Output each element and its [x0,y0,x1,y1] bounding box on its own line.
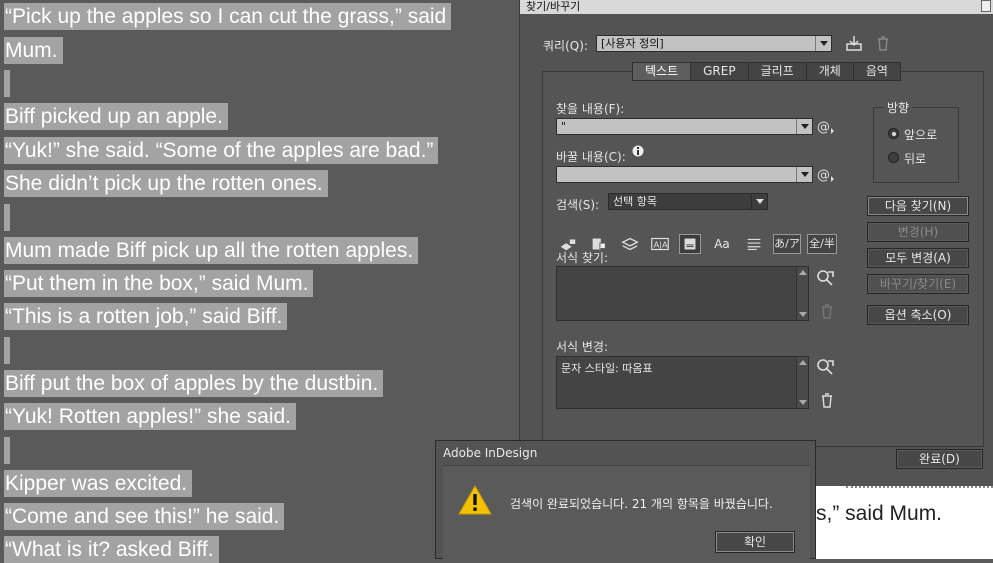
special-characters-icon[interactable]: @ [816,166,836,183]
close-icon[interactable] [981,0,991,12]
search-scope-dropdown[interactable]: 선택 항목 [608,193,768,210]
direction-forward-label: 앞으로 [904,128,938,142]
ok-button[interactable]: 확인 [715,531,795,553]
chevron-down-icon[interactable] [796,167,812,182]
warning-icon [458,485,492,515]
svg-text:@: @ [817,120,830,135]
alert-body: 검색이 완료되었습니다. 21 개의 항목을 바꿨습니다. 확인 [443,465,810,560]
empty-paragraph-marker[interactable] [4,204,10,231]
info-icon[interactable] [632,145,644,157]
panel-title: 찾기/바꾸기 [526,0,581,13]
chevron-down-icon[interactable] [815,36,831,51]
scrollbar[interactable] [796,357,808,408]
scrollbar[interactable] [796,267,808,320]
direction-backward-label: 뒤로 [904,152,927,166]
query-value: [사용자 정의] [601,37,664,50]
empty-paragraph-marker[interactable] [4,70,10,97]
done-button[interactable]: 완료(D) [896,449,983,469]
text-line[interactable]: Biff put the box of apples by the dustbi… [4,370,384,397]
chevron-down-icon[interactable] [796,119,812,134]
text-line[interactable]: Mum made Biff pick up all the rotten app… [4,237,419,264]
page-fragment: s,” said Mum. [816,486,993,559]
change-all-button[interactable]: 모두 변경(A) [867,248,969,268]
trash-icon[interactable] [876,35,890,51]
query-dropdown[interactable]: [사용자 정의] [596,35,832,52]
alert-title[interactable]: Adobe InDesign [443,446,537,460]
include-hidden-layers-icon[interactable] [619,234,641,254]
empty-paragraph-marker[interactable] [4,337,10,364]
specify-attributes-icon[interactable] [816,358,834,376]
change-to-label: 바꿀 내용(C): [556,150,626,164]
fewer-options-button[interactable]: 옵션 축소(O) [867,305,969,325]
text-line[interactable]: s,” said Mum. [816,502,942,526]
trash-icon[interactable] [820,392,834,408]
include-master-pages-icon[interactable]: A|A [648,234,672,254]
text-line[interactable]: She didn’t pick up the rotten ones. [4,170,328,197]
query-label: 쿼리(Q): [543,39,588,53]
direction-group: 방향 앞으로 뒤로 [873,99,959,183]
tab-object[interactable]: 개체 [806,62,854,81]
text-line[interactable]: “Yuk!” she said. “Some of the apples are… [4,137,439,164]
search-scope-value: 선택 항목 [613,195,657,208]
text-line[interactable]: Kipper was excited. [4,470,193,497]
text-line[interactable]: Biff picked up an apple. [4,103,228,130]
case-sensitive-icon[interactable]: Aa [710,234,734,254]
find-format-box[interactable] [556,266,809,321]
find-what-value: " [561,120,567,133]
text-line[interactable]: “Pick up the apples so I can cut the gra… [4,3,452,30]
change-format-value: 문자 스타일: 따옴표 [561,362,653,375]
tab-transliterate[interactable]: 음역 [853,62,901,81]
change-format-box[interactable]: 문자 스타일: 따옴표 [556,356,809,409]
page-fragment-cut-text [846,486,993,494]
find-format-label: 서식 찾기: [556,251,609,265]
tab-bar: 텍스트 GREP 글리프 개체 음역 [632,62,901,81]
text-line[interactable]: “Yuk! Rotten apples!” she said. [4,403,296,430]
special-characters-icon[interactable]: @ [816,118,836,135]
panel-titlebar[interactable]: 찾기/바꾸기 [520,0,993,14]
change-format-label: 서식 변경: [556,340,609,354]
change-to-input[interactable] [556,166,813,183]
find-what-input[interactable]: " [556,118,813,135]
save-query-icon[interactable] [845,35,863,51]
tab-text[interactable]: 텍스트 [632,62,692,81]
whole-word-icon[interactable] [743,234,765,254]
kana-sensitive-icon[interactable]: あ/ア [773,234,801,254]
change-find-button[interactable]: 바꾸기/찾기(E) [867,274,969,294]
panel-body: 쿼리(Q): [사용자 정의] 텍스트 GREP 글리프 개체 음역 찾을 내용… [526,16,992,482]
alert-message: 검색이 완료되었습니다. 21 개의 항목을 바꿨습니다. [510,497,773,511]
text-line[interactable]: “Put them in the box,” said Mum. [4,270,314,297]
search-label: 검색(S): [556,198,600,212]
text-line[interactable]: Mum. [4,37,63,64]
include-footnotes-icon[interactable] [679,234,701,254]
tab-grep[interactable]: GREP [691,62,749,81]
find-change-panel: 찾기/바꾸기 쿼리(Q): [사용자 정의] 텍스트 GREP 글리프 개체 음… [519,0,993,486]
specify-attributes-icon[interactable] [816,269,834,287]
find-what-label: 찾을 내용(F): [556,102,625,116]
change-button[interactable]: 변경(H) [867,222,969,242]
direction-forward-radio[interactable] [888,128,899,139]
full-half-width-icon[interactable]: 全/半 [807,234,837,254]
chevron-down-icon[interactable] [751,194,767,209]
find-next-button[interactable]: 다음 찾기(N) [867,196,969,216]
text-line[interactable]: “Come and see this!” he said. [4,503,285,530]
trash-icon[interactable] [820,303,834,319]
empty-paragraph-marker[interactable] [4,437,10,464]
svg-text:@: @ [817,168,830,183]
svg-text:A|A: A|A [654,240,668,250]
direction-legend: 방향 [884,99,913,116]
text-line[interactable]: “This is a rotten job,” said Biff. [4,303,288,330]
direction-backward-radio[interactable] [888,152,899,163]
tab-glyph[interactable]: 글리프 [748,62,807,81]
alert-dialog: Adobe InDesign 검색이 완료되었습니다. 21 개의 항목을 바꿨… [435,440,816,560]
